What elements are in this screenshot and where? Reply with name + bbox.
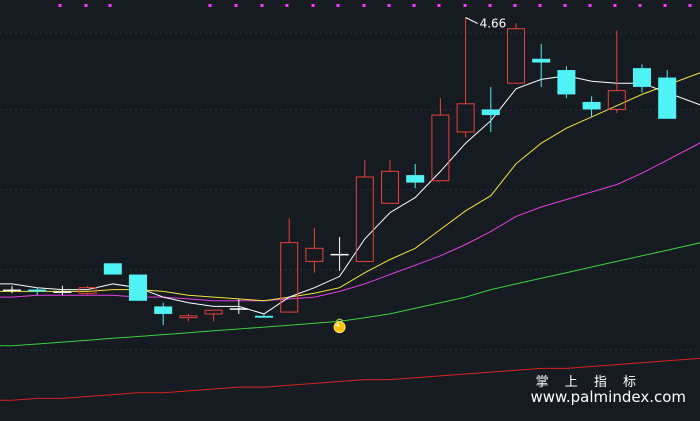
candle-1	[28, 287, 47, 296]
peak-price-label: 4.66	[480, 17, 507, 31]
peak-pointer	[465, 17, 478, 24]
candle-7	[179, 313, 198, 322]
top-marker-2	[108, 4, 112, 7]
top-marker-5	[260, 4, 264, 7]
candle-16	[406, 163, 425, 189]
top-marker-17	[563, 4, 567, 7]
candle-26	[658, 70, 677, 119]
top-marker-0	[58, 4, 62, 7]
signal-marker-highlight	[336, 323, 340, 327]
candle-body-2	[53, 291, 72, 293]
candle-8	[204, 309, 223, 322]
top-markers	[58, 4, 692, 7]
signal-marker-leaf	[336, 318, 344, 322]
top-marker-14	[488, 4, 492, 7]
candle-2	[53, 285, 72, 296]
top-marker-12	[437, 4, 441, 7]
candle-body-12	[305, 247, 324, 262]
top-marker-13	[463, 4, 467, 7]
candle-body-6	[154, 306, 173, 314]
top-marker-6	[285, 4, 289, 7]
candle-body-18	[456, 103, 475, 133]
candle-24	[607, 30, 626, 114]
candle-13	[330, 237, 349, 271]
candle-body-1	[28, 289, 47, 292]
moving-average-lines	[0, 72, 700, 401]
candle-body-22	[557, 70, 576, 95]
candle-body-0	[3, 289, 21, 292]
top-marker-19	[613, 4, 617, 7]
top-marker-4	[234, 4, 238, 7]
candle-19	[481, 86, 500, 132]
top-marker-18	[588, 4, 592, 7]
watermark-url: www.palmindex.com	[530, 388, 686, 406]
top-marker-1	[84, 4, 88, 7]
top-marker-22	[688, 4, 692, 7]
candle-body-10	[255, 315, 273, 318]
candle-body-23	[582, 101, 601, 110]
ma-line-longer	[0, 242, 700, 347]
candle-17	[431, 98, 450, 182]
candle-body-8	[204, 309, 223, 315]
candle-4	[103, 263, 122, 275]
candle-body-13	[330, 253, 349, 256]
top-marker-11	[412, 4, 416, 7]
candle-body-26	[658, 77, 677, 119]
top-marker-16	[538, 4, 542, 7]
candle-18	[456, 17, 475, 138]
candle-body-15	[381, 170, 399, 204]
candle-body-5	[129, 274, 147, 301]
candle-body-9	[229, 308, 248, 310]
signal-marker	[333, 321, 346, 334]
candle-body-24	[607, 90, 626, 110]
candle-15	[381, 160, 399, 204]
top-marker-3	[208, 4, 212, 7]
candle-body-19	[481, 109, 500, 116]
candles	[3, 17, 677, 326]
candle-5	[129, 274, 147, 301]
top-marker-8	[336, 4, 340, 7]
top-marker-20	[638, 4, 642, 7]
candle-25	[633, 64, 651, 93]
candle-21	[532, 43, 551, 87]
candle-body-20	[507, 28, 525, 84]
candle-6	[154, 302, 173, 326]
candle-body-21	[532, 58, 551, 63]
candle-20	[507, 23, 525, 84]
chart-panel: 4.66 掌 上 指 标 www.palmindex.com	[0, 0, 700, 421]
ma-line-long	[0, 142, 700, 302]
candlestick-chart: 4.66	[0, 4, 700, 401]
candle-22	[557, 66, 576, 99]
top-marker-10	[387, 4, 391, 7]
candle-body-25	[633, 68, 651, 87]
candle-14	[355, 160, 374, 262]
top-marker-21	[663, 4, 667, 7]
candle-body-16	[406, 175, 425, 183]
candle-10	[255, 313, 273, 318]
ma-line-fast	[0, 75, 700, 315]
candle-0	[3, 285, 21, 294]
candle-body-7	[179, 315, 198, 319]
candle-12	[305, 227, 324, 273]
top-marker-9	[362, 4, 366, 7]
top-marker-15	[513, 4, 517, 7]
top-marker-7	[311, 4, 315, 7]
candle-body-4	[103, 263, 122, 275]
